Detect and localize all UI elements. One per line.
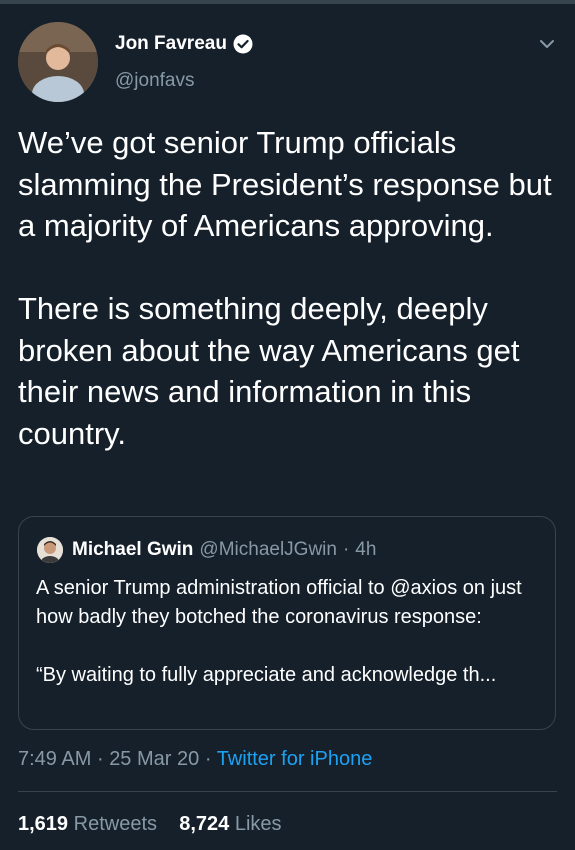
verified-badge-icon [233,34,253,54]
quoted-tweet[interactable]: Michael Gwin @MichaelJGwin · 4h A senior… [18,516,556,730]
chevron-down-icon[interactable] [536,33,558,55]
likes-label: Likes [234,813,282,835]
meta-separator: · [204,748,212,770]
quoted-author-handle: @MichaelJGwin [199,539,337,560]
avatar[interactable] [18,22,98,102]
tweet-meta: 7:49 AM · 25 Mar 20 · Twitter for iPhone [18,748,372,771]
quoted-author-name: Michael Gwin [72,539,194,560]
retweets-link[interactable]: 1,619 Retweets [18,813,157,835]
retweets-count: 1,619 [18,813,69,835]
top-divider [0,0,575,4]
tweet-date[interactable]: 25 Mar 20 [109,748,199,770]
quoted-avatar [37,537,63,563]
meta-separator: · [96,748,104,770]
retweets-label: Retweets [73,813,157,835]
quoted-age: 4h [355,539,377,560]
tweet-source-link[interactable]: Twitter for iPhone [217,748,373,770]
tweet-stats: 1,619 Retweets 8,724 Likes [18,813,282,836]
author-handle[interactable]: @jonfavs [115,70,195,92]
likes-link[interactable]: 8,724 Likes [179,813,281,835]
tweet-time: 7:49 AM [18,748,92,770]
likes-count: 8,724 [179,813,230,835]
divider [18,791,557,792]
quoted-text: A senior Trump administration official t… [36,577,522,686]
quoted-separator: · [342,539,350,560]
tweet-text: We’ve got senior Trump officials slammin… [18,125,552,451]
author-name[interactable]: Jon Favreau [115,33,227,55]
